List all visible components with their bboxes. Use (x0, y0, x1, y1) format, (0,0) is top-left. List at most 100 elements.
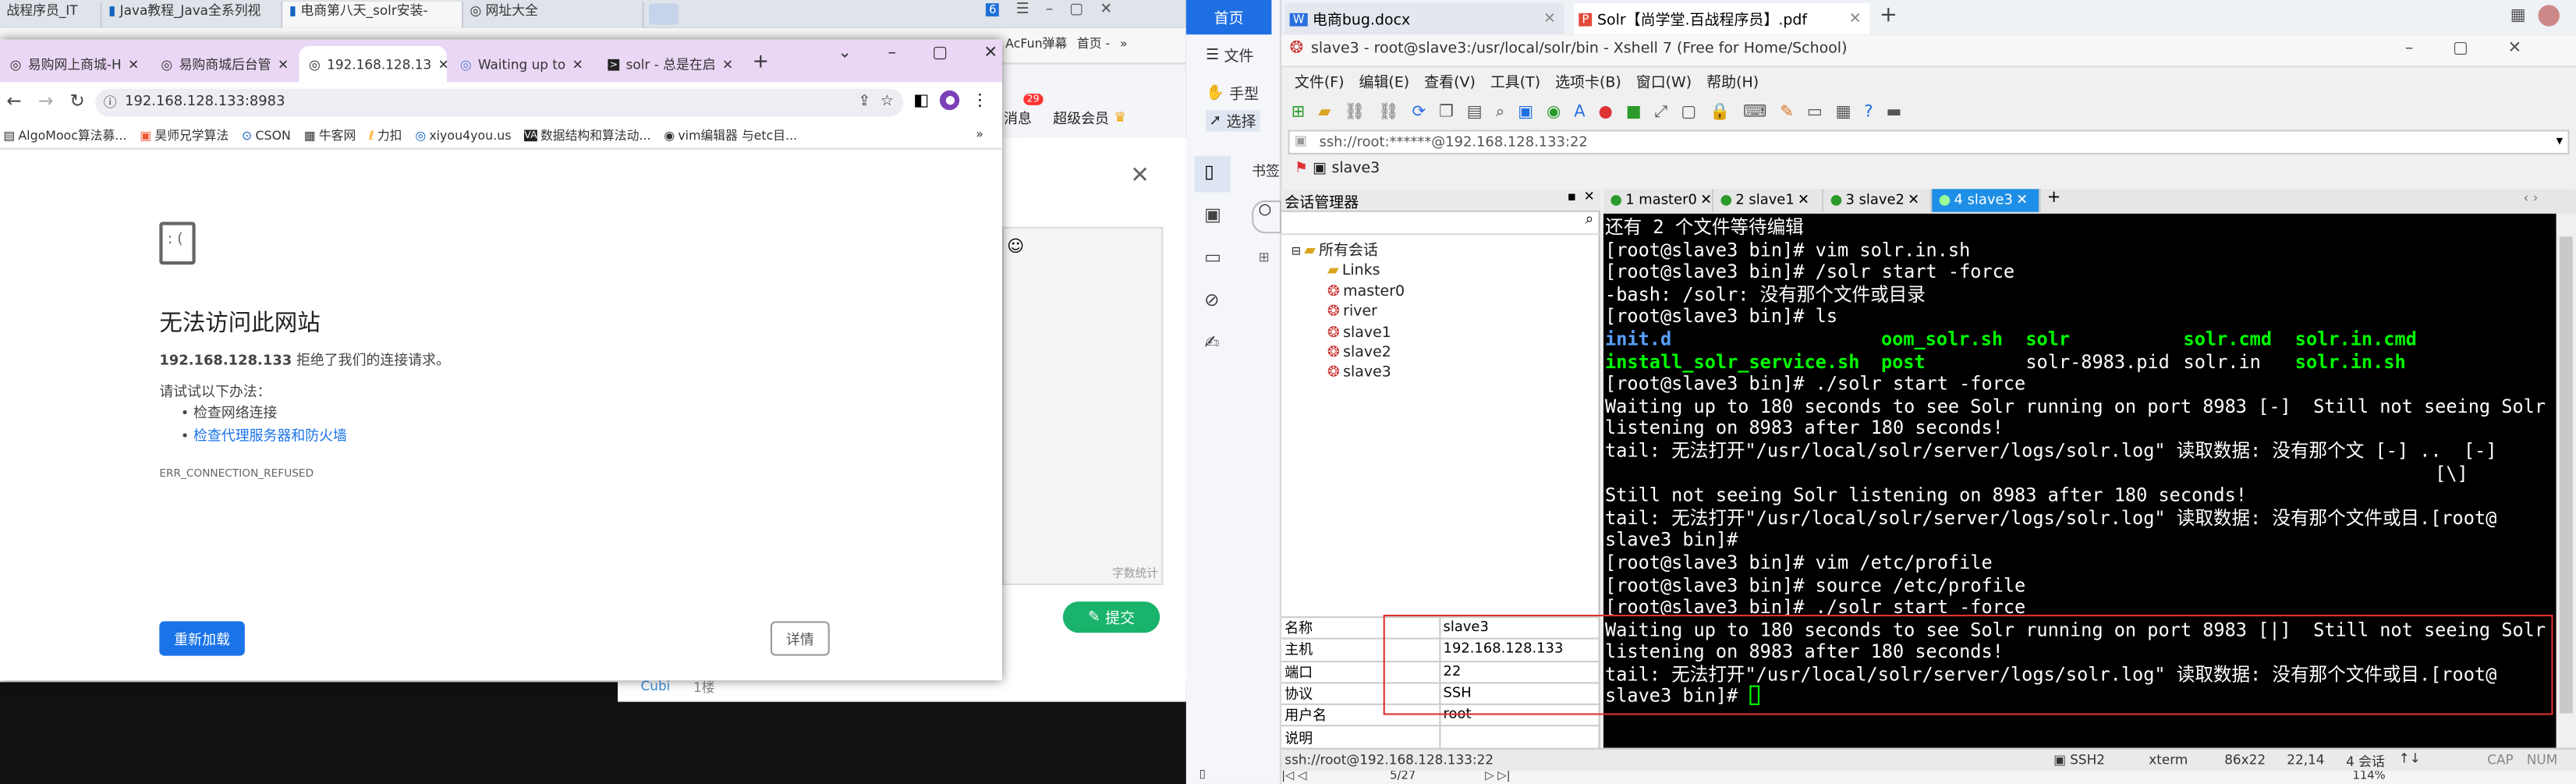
wps-home-tab[interactable]: 首页 (1185, 0, 1272, 35)
menu-help[interactable]: 帮助(H) (1706, 71, 1759, 92)
close-icon[interactable]: ✕ (1584, 189, 1595, 204)
tree-item-river[interactable]: ❂ river (1292, 303, 1405, 323)
maximize-icon[interactable]: ▢ (2453, 40, 2468, 58)
layout-icon[interactable]: ▦ (1836, 103, 1851, 121)
url-field[interactable]: ⓘ 192.168.128.133:8983 ⇪ ☆ (95, 88, 904, 117)
fullscreen-icon[interactable]: ⤢ (1655, 103, 1668, 121)
bookmark-4[interactable]: ▦ 牛客网 (304, 126, 356, 144)
close-dialog-icon[interactable]: ✕ (1130, 163, 1150, 190)
find-icon[interactable]: ⌕ (1496, 103, 1505, 121)
comment-user[interactable]: Cubi (641, 679, 671, 694)
tab-scroll-icon[interactable]: ‹ › (2524, 190, 2539, 205)
bookmark-8[interactable]: ◉ vim编辑器 与etc目... (664, 126, 797, 144)
tip-link[interactable]: 检查代理服务器和防火墙 (193, 429, 347, 445)
nav-arrows-icon[interactable]: ▷ ▷| (1485, 771, 1510, 782)
wps-file-menu[interactable]: ☰ 文件 (1206, 44, 1253, 66)
messages-link[interactable]: 消息 (1004, 108, 1032, 128)
signature-icon[interactable]: ✍ (1204, 332, 1219, 353)
tree-item-links[interactable]: ▰ Links (1292, 262, 1405, 282)
close-icon[interactable]: ✕ (2016, 193, 2028, 209)
font-icon[interactable]: A (1574, 103, 1585, 121)
bg-tab-3[interactable]: ▮ 电商第八天_solr安装- (282, 2, 464, 28)
bookmark-7[interactable]: VA 数据结构和算法动... (524, 126, 650, 144)
comment-icon[interactable]: ▭ (1204, 247, 1221, 268)
reconnect-icon[interactable]: ⟳ (1412, 103, 1426, 121)
bookmark[interactable]: AcFun弹幕 (1005, 34, 1067, 52)
bookmark-panel-button[interactable]: ▯ (1194, 156, 1231, 193)
sidebar-icon[interactable]: ◧ (913, 91, 929, 109)
new-session-icon[interactable]: ⊞ (1292, 103, 1306, 121)
close-icon[interactable]: ✕ (1700, 193, 1712, 209)
nav-arrows-icon[interactable]: |◁ ◁ (1281, 771, 1306, 782)
transparent-icon[interactable]: ▢ (1681, 103, 1696, 121)
attachment-icon[interactable]: ⊘ (1204, 289, 1219, 310)
help-icon[interactable]: ? (1864, 103, 1873, 121)
terminal-scrollbar[interactable] (2556, 213, 2576, 748)
bookmark-1[interactable]: ▤ AlgoMooc算法募... (3, 126, 126, 144)
scrollbar-thumb[interactable] (2559, 236, 2573, 714)
menu-edit[interactable]: 编辑(E) (1359, 71, 1410, 92)
new-tab-plus-icon[interactable]: + (2047, 189, 2061, 207)
close-icon[interactable]: ✕ (1908, 193, 1919, 209)
lock-screen-icon[interactable]: 🔒 (1710, 103, 1730, 121)
profile-avatar-icon[interactable]: ● (940, 90, 961, 111)
minimize-icon[interactable]: – (2405, 40, 2414, 58)
chevron-down-icon[interactable]: ⌄ (838, 44, 852, 62)
vip-link[interactable]: 超级会员 (1053, 108, 1109, 128)
comment-textarea[interactable]: ☺ (1001, 226, 1164, 586)
session-tab-slave2[interactable]: ● 3 slave2 ✕ (1823, 189, 1933, 212)
compose-icon[interactable]: ▭ (1807, 103, 1823, 121)
reload-icon[interactable]: ↻ (69, 90, 84, 112)
more-vert-icon[interactable]: ⋮ (972, 91, 988, 109)
copy-icon[interactable]: ❐ (1439, 103, 1454, 121)
maximize-icon[interactable]: ▢ (1069, 2, 1083, 18)
avatar[interactable] (2539, 5, 2560, 27)
open-folder-icon[interactable]: ▰ (1318, 103, 1331, 121)
back-arrow-icon[interactable]: ← (6, 90, 21, 112)
maximize-icon[interactable]: ▢ (932, 44, 948, 62)
session-search-bar[interactable]: ⌕ (1281, 212, 1600, 236)
menu-file[interactable]: 文件(F) (1295, 71, 1345, 92)
doc-tab-docx[interactable]: W 电商bug.docx ✕ (1284, 3, 1564, 35)
chrome-tab-1[interactable]: ◎ 易购网上商城-H ✕ (0, 46, 144, 82)
quick-session[interactable]: slave3 (1332, 161, 1380, 177)
info-icon[interactable]: ⓘ (104, 89, 117, 117)
minimize-icon[interactable]: – (1046, 2, 1053, 18)
image-icon[interactable]: ▣ (1204, 204, 1221, 225)
session-tab-slave1[interactable]: ● 2 slave1 ✕ (1713, 189, 1824, 212)
star-icon[interactable]: ☆ (881, 89, 894, 117)
bookmark-6[interactable]: ◎ xiyou4you.us (415, 127, 511, 142)
properties-icon[interactable]: ▣ (1518, 103, 1533, 121)
collapse-icon[interactable]: ⊟ (1292, 242, 1301, 262)
close-icon[interactable]: ✕ (572, 57, 583, 72)
close-icon[interactable]: ✕ (128, 57, 139, 72)
bg-tab-4[interactable]: ◎ 网址大全 (463, 2, 644, 28)
chrome-tab-4[interactable]: ◎ Waiting up to ✕ (450, 46, 594, 82)
emoji-icon[interactable]: ☺ (1007, 239, 1024, 257)
close-icon[interactable]: ✕ (438, 57, 447, 72)
share-icon[interactable]: ⇪ (859, 89, 871, 117)
link-icon[interactable]: ⛓ (1344, 103, 1365, 121)
bg-tab-2[interactable]: ▮ Java教程_Java全系列视 (101, 2, 283, 28)
bookmark[interactable]: 首页 - (1077, 34, 1110, 52)
session-tab-slave3-active[interactable]: ● 4 slave3 ✕ (1932, 189, 2041, 212)
tree-item-slave3[interactable]: ❂ slave3 (1292, 364, 1405, 385)
chrome-tab-3-active[interactable]: ◎ 192.168.128.13 ✕ (299, 45, 447, 83)
highlight-icon[interactable]: ✎ (1780, 103, 1794, 121)
close-icon[interactable]: ✕ (2507, 40, 2521, 58)
submit-button[interactable]: ✎ 提交 (1062, 601, 1160, 633)
search-icon[interactable]: ⌕ (1586, 212, 1594, 229)
error-tip-2[interactable]: • 检查代理服务器和防火墙 (181, 426, 347, 445)
new-tab-plus-icon[interactable]: + (1880, 3, 1897, 28)
close-icon[interactable]: ✕ (1798, 193, 1809, 209)
menu-icon[interactable]: ☰ (1016, 2, 1029, 18)
new-tab-button[interactable] (649, 3, 679, 25)
close-icon[interactable]: ✕ (278, 57, 289, 72)
close-icon[interactable]: ✕ (983, 44, 997, 62)
menu-view[interactable]: 查看(V) (1424, 71, 1476, 92)
bg-tab-1[interactable]: 战程序员_IT (0, 2, 102, 28)
keyboard-icon[interactable]: ⌨ (1743, 103, 1766, 121)
globe-icon[interactable]: ◉ (1547, 103, 1561, 121)
grid-icon[interactable]: ▦ (2510, 6, 2526, 24)
chat-icon[interactable]: ▬ (1886, 103, 1901, 121)
